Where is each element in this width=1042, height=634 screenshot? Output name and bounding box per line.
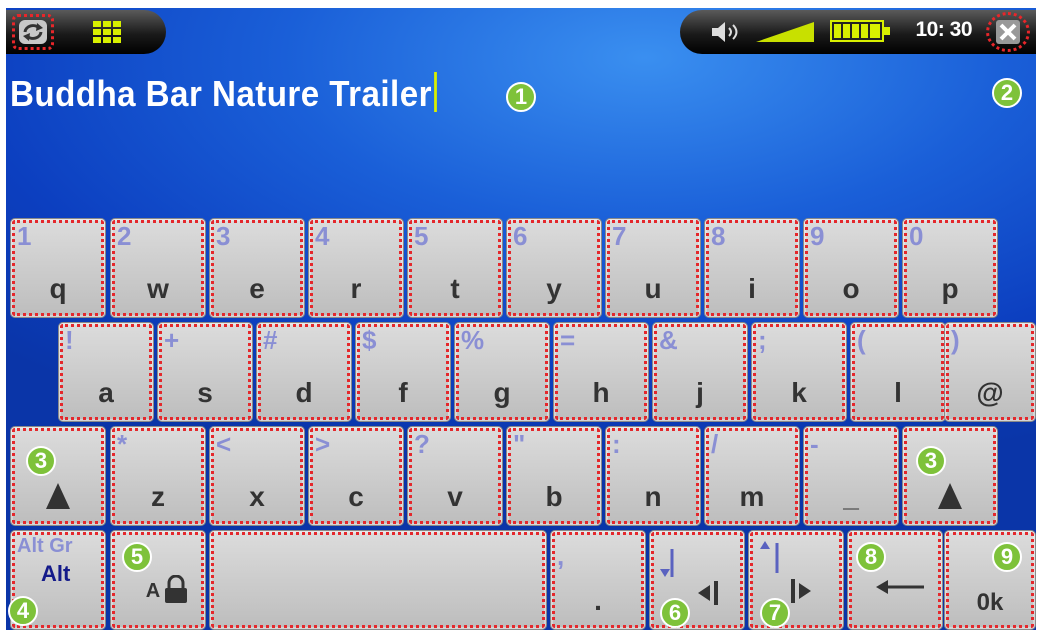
key-v[interactable]: ? v — [407, 426, 503, 526]
callout-badge: 2 — [992, 78, 1022, 108]
key-o[interactable]: 9o — [803, 218, 899, 318]
key-y[interactable]: 6y — [506, 218, 602, 318]
battery-icon — [830, 20, 890, 42]
key-z[interactable]: * z — [110, 426, 206, 526]
key-b[interactable]: " b — [506, 426, 602, 526]
close-icon — [996, 20, 1020, 44]
key-period[interactable]: , . — [550, 530, 646, 630]
callout-badge: 9 — [992, 542, 1022, 572]
text-caret — [433, 72, 437, 112]
key-l[interactable]: (l — [850, 322, 946, 422]
shift-key-right[interactable] — [902, 426, 998, 526]
speaker-icon — [712, 22, 738, 42]
on-screen-keyboard: 1q 2w 3e 4r 5t 6y 7u 8i 9o 0p ! a + s # d $… — [6, 216, 1036, 630]
key-g[interactable]: % g — [454, 322, 550, 422]
key-j[interactable]: & j — [652, 322, 748, 422]
grid-button[interactable] — [92, 20, 122, 44]
key-d[interactable]: # d — [256, 322, 352, 422]
key-a[interactable]: ! a — [58, 322, 154, 422]
shift-icon — [46, 483, 70, 509]
key-u[interactable]: 7u — [605, 218, 701, 318]
callout-badge: 1 — [506, 82, 536, 112]
key-c[interactable]: > c — [308, 426, 404, 526]
key-e[interactable]: 3e — [209, 218, 305, 318]
key-f[interactable]: $ f — [355, 322, 451, 422]
key-w[interactable]: 2w — [110, 218, 206, 318]
key-i[interactable]: 8i — [704, 218, 800, 318]
text-input-value: Buddha Bar Nature Trailer — [10, 73, 432, 114]
callout-badge: 5 — [122, 542, 152, 572]
callout-badge: 6 — [660, 598, 690, 628]
callout-badge: 7 — [760, 598, 790, 628]
key-p[interactable]: 0p — [902, 218, 998, 318]
caps-lock-key[interactable]: A — [110, 530, 206, 630]
key-s[interactable]: + s — [157, 322, 253, 422]
key-r[interactable]: 4r — [308, 218, 404, 318]
refresh-button[interactable] — [12, 14, 54, 50]
signal-icon — [756, 22, 814, 42]
callout-badge: 3 — [916, 446, 946, 476]
clock: 10: 30 — [915, 18, 972, 41]
shift-icon — [938, 483, 962, 509]
callout-badge: 4 — [8, 596, 38, 626]
key-m[interactable]: / m — [704, 426, 800, 526]
key-h[interactable]: = h — [553, 322, 649, 422]
device-screen: 10: 30 2 Buddha Bar Nature Trailer 1 1q … — [6, 8, 1036, 630]
key-q[interactable]: 1q — [10, 218, 106, 318]
key-underscore[interactable]: - _ — [803, 426, 899, 526]
key-k[interactable]: ; k — [751, 322, 847, 422]
key-x[interactable]: < x — [209, 426, 305, 526]
backspace-icon — [876, 580, 924, 594]
shift-key-left[interactable] — [10, 426, 106, 526]
refresh-icon — [19, 20, 47, 44]
key-at[interactable]: ) @ — [944, 322, 1036, 422]
text-input[interactable]: Buddha Bar Nature Trailer — [10, 72, 437, 115]
space-bar[interactable] — [209, 530, 547, 630]
callout-badge: 8 — [856, 542, 886, 572]
cursor-right-icon — [760, 541, 811, 603]
callout-badge: 3 — [26, 446, 56, 476]
key-n[interactable]: :n — [605, 426, 701, 526]
ok-key[interactable]: 0k — [944, 530, 1036, 630]
grid-icon — [92, 20, 122, 44]
lock-icon — [165, 575, 187, 603]
close-button[interactable] — [986, 12, 1030, 52]
key-t[interactable]: 5t — [407, 218, 503, 318]
